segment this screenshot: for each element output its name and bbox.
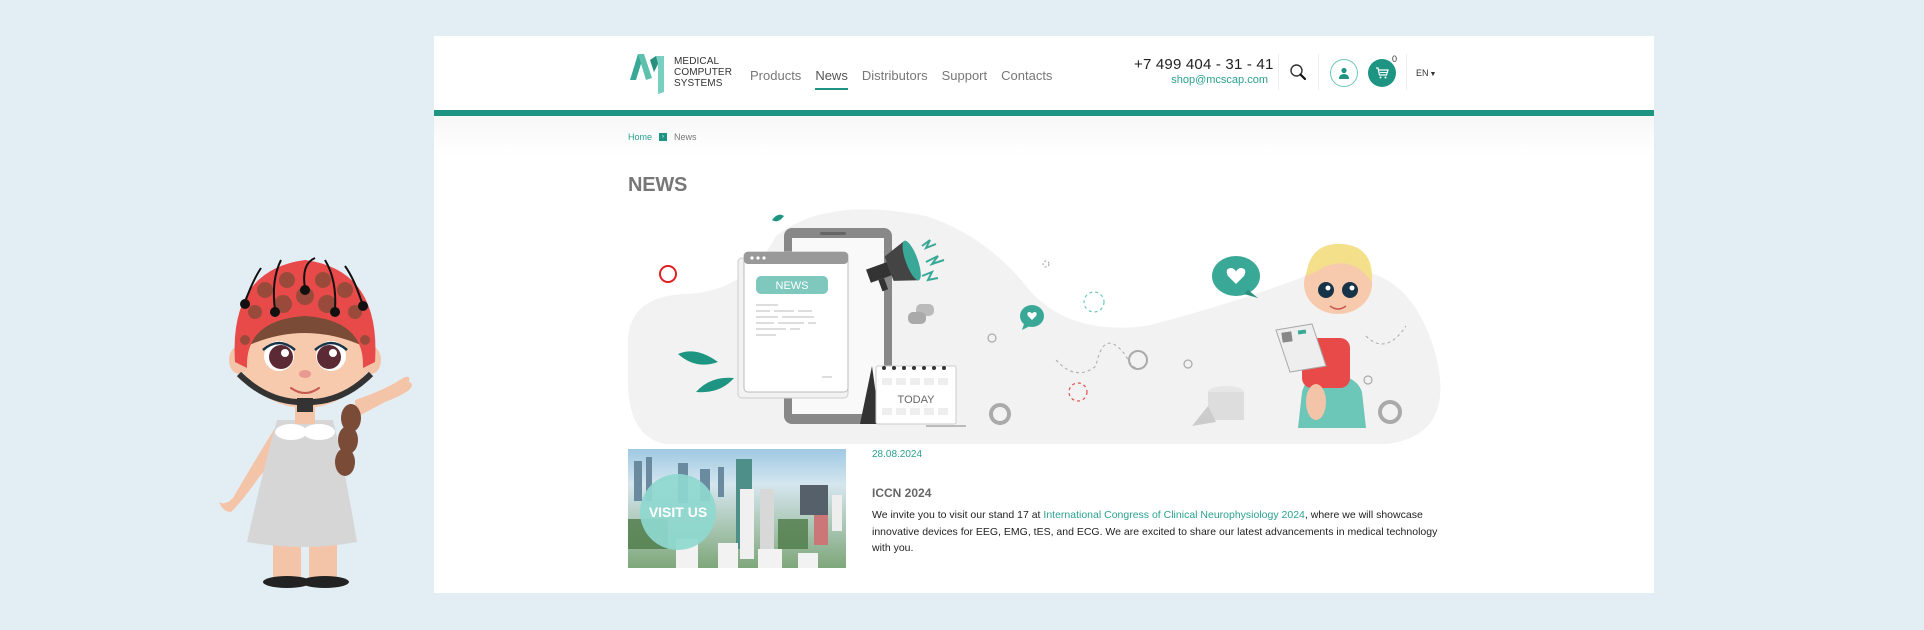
city-skyline-image: VISIT US <box>628 449 846 568</box>
nav-item-distributors[interactable]: Distributors <box>862 68 928 88</box>
language-label: EN <box>1416 68 1429 78</box>
nav-item-support[interactable]: Support <box>942 68 988 88</box>
user-icon <box>1339 67 1349 79</box>
brand-logo[interactable]: MEDICAL COMPUTER SYSTEMS <box>628 50 738 94</box>
logo-text: MEDICAL COMPUTER SYSTEMS <box>674 56 732 89</box>
search-icon <box>1290 64 1307 81</box>
cart-count-badge: 0 <box>1392 54 1398 64</box>
breadcrumb-current: News <box>674 132 697 142</box>
logo-line: COMPUTER <box>674 66 733 78</box>
thumbnail-label: VISIT US <box>649 504 707 520</box>
news-body-text: We invite you to visit our stand 17 at <box>872 509 1044 521</box>
contact-info: +7 499 404 - 31 - 41 shop@mcscap.com <box>1134 56 1273 86</box>
account-button[interactable] <box>1330 59 1358 87</box>
main-nav: Products News Distributors Support Conta… <box>750 68 1066 90</box>
email-link[interactable]: shop@mcscap.com <box>1134 74 1268 86</box>
divider <box>1406 54 1407 90</box>
cart-icon <box>1376 67 1389 79</box>
logo-line: SYSTEMS <box>674 77 723 89</box>
heart-bubble-large <box>1212 256 1260 298</box>
chevron-right-icon: › <box>659 133 668 141</box>
news-card-label: NEWS <box>776 280 809 292</box>
site-header: MEDICAL COMPUTER SYSTEMS Products News D… <box>434 36 1654 110</box>
logo-line: MEDICAL <box>674 55 720 67</box>
calendar-label: TODAY <box>898 394 936 406</box>
page-title: NEWS <box>628 174 688 196</box>
news-body: We invite you to visit our stand 17 at I… <box>872 507 1442 557</box>
red-ring <box>659 265 677 283</box>
divider <box>1318 54 1319 90</box>
news-thumbnail[interactable]: VISIT US <box>628 449 846 568</box>
caret-down-icon: ▼ <box>1429 71 1437 78</box>
subheader-background <box>434 116 1654 156</box>
breadcrumb-home-link[interactable]: Home <box>628 132 652 142</box>
news-hero-illustration: NEWS TODAY <box>627 209 1441 444</box>
logo-mark-icon <box>630 54 664 94</box>
nav-item-contacts[interactable]: Contacts <box>1001 68 1052 88</box>
breadcrumb: Home › News <box>628 132 697 142</box>
language-selector[interactable]: EN▼ <box>1416 68 1436 78</box>
search-button[interactable] <box>1288 62 1308 82</box>
page-container: MEDICAL COMPUTER SYSTEMS Products News D… <box>434 36 1654 593</box>
mascot-girl-illustration <box>219 257 412 588</box>
news-title[interactable]: ICCN 2024 <box>872 486 931 500</box>
leaf <box>772 214 784 222</box>
phone-number[interactable]: +7 499 404 - 31 - 41 <box>1134 56 1273 73</box>
nav-item-products[interactable]: Products <box>750 68 801 88</box>
divider <box>1278 54 1279 90</box>
nav-item-news[interactable]: News <box>815 68 848 90</box>
news-congress-link[interactable]: International Congress of Clinical Neuro… <box>1043 509 1305 521</box>
news-date: 28.08.2024 <box>872 449 923 460</box>
